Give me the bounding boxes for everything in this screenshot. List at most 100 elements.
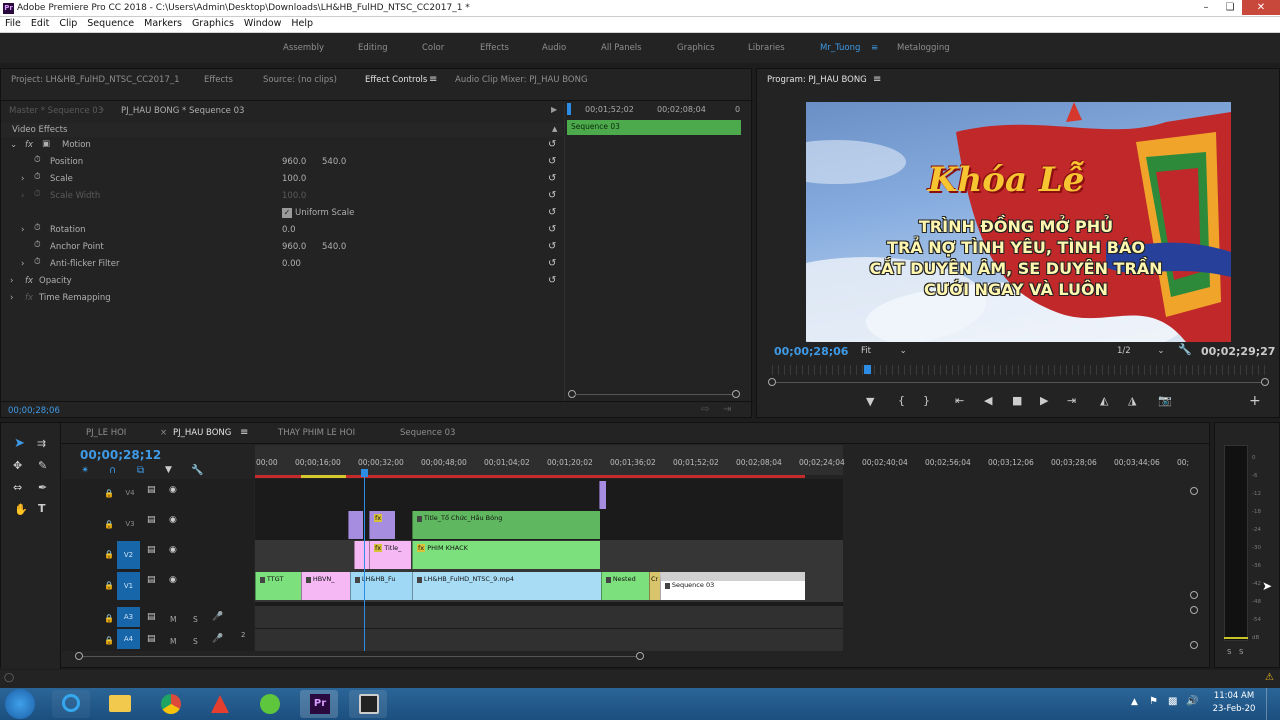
clip-selector[interactable]: PJ_HAU BONG * Sequence 03 [121, 106, 244, 116]
mini-sequence-clip[interactable]: Sequence 03 [567, 120, 741, 135]
reset-icon[interactable]: ↺ [548, 258, 556, 269]
wrench-icon[interactable]: 🔧 [1178, 343, 1192, 356]
taskbar-explorer-icon[interactable] [101, 690, 139, 718]
scroll-handle[interactable] [1190, 591, 1198, 599]
snap-icon[interactable]: ∩ [109, 465, 116, 476]
stop-icon[interactable]: ■ [1012, 394, 1022, 407]
selection-tool-icon[interactable]: ➤ [14, 436, 25, 451]
clip-v2-title[interactable]: fx Title_ [369, 541, 411, 569]
workspace-libraries[interactable]: Libraries [748, 43, 785, 53]
clip-v2[interactable] [354, 541, 369, 569]
disclosure-icon[interactable]: › [10, 276, 13, 286]
filter-icon[interactable]: ⇨ [701, 404, 709, 415]
program-timecode[interactable]: 00;00;28;06 [774, 345, 848, 358]
ripple-edit-tool-icon[interactable]: ✥ [13, 459, 22, 472]
zoom-handle[interactable] [636, 652, 644, 660]
export-frame-icon[interactable]: 📷 [1158, 394, 1172, 407]
menu-clip[interactable]: Clip [54, 17, 82, 29]
position-x-value[interactable]: 960.0 [282, 157, 306, 167]
go-to-out-icon[interactable]: ⇥ [1067, 394, 1076, 407]
solo-button[interactable]: S [193, 615, 198, 624]
extract-icon[interactable]: ◮ [1128, 394, 1136, 407]
minimize-button[interactable]: – [1194, 0, 1218, 15]
linked-selection-icon[interactable]: ⧉ [137, 465, 144, 476]
track-target-active[interactable]: V2 [117, 541, 140, 569]
mute-button[interactable]: M [170, 615, 176, 624]
stopwatch-icon[interactable]: ⏱ [34, 155, 41, 165]
menu-graphics[interactable]: Graphics [187, 17, 239, 29]
track-select-tool-icon[interactable]: ⇉ [37, 437, 46, 450]
close-tab-icon[interactable]: × [160, 428, 167, 438]
anchor-y-value[interactable]: 540.0 [322, 242, 346, 252]
horizontal-scrollbar[interactable] [83, 656, 636, 657]
clip-v1[interactable]: ■ LH&HB_Fu [350, 572, 412, 600]
track-target-active[interactable]: A4 [117, 629, 140, 649]
tab-sequence-03[interactable]: Sequence 03 [400, 428, 455, 438]
rotation-value[interactable]: 0.0 [282, 225, 296, 235]
playhead[interactable] [567, 103, 571, 115]
tab-sequence-thay-phim[interactable]: THAY PHIM LE HOI [278, 428, 355, 438]
tray-clock[interactable]: 11:04 AM 23-Feb-20 [1209, 691, 1259, 714]
disclosure-icon[interactable]: › [21, 225, 24, 235]
reset-icon[interactable]: ↺ [548, 173, 556, 184]
tray-volume-icon[interactable]: 🔊 [1186, 696, 1198, 707]
effect-controls-timecode[interactable]: 00;00;28;06 [8, 406, 60, 416]
panel-menu-icon[interactable]: ≡ [429, 74, 437, 85]
microphone-icon[interactable]: 🎤 [212, 612, 223, 622]
start-button[interactable] [5, 689, 35, 719]
clip-v3[interactable]: fx [369, 511, 395, 539]
tab-audio-clip-mixer[interactable]: Audio Clip Mixer: PJ_HAU BONG [455, 75, 588, 85]
track-target-active[interactable]: A3 [117, 607, 140, 627]
clip-v1-sequence[interactable]: ■ Sequence 03 [660, 572, 805, 600]
resolution-select[interactable]: 1/2 ⌄ [1117, 346, 1165, 356]
zoom-handle[interactable] [1261, 378, 1269, 386]
scale-value[interactable]: 100.0 [282, 174, 306, 184]
mark-in-icon[interactable]: { [898, 394, 905, 407]
add-marker-icon[interactable]: ▼ [866, 395, 874, 408]
reset-icon[interactable]: ↺ [548, 207, 556, 218]
stopwatch-icon[interactable]: ⏱ [34, 172, 41, 182]
reset-icon[interactable]: ↺ [548, 190, 556, 201]
lock-icon[interactable]: 🔒 [104, 489, 114, 498]
warning-icon[interactable]: ⚠ [1265, 672, 1274, 683]
taskbar-premiere-icon[interactable]: Pr [300, 690, 338, 718]
step-forward-icon[interactable]: ▶ [1040, 394, 1048, 407]
disclosure-open-icon[interactable]: ⌄ [10, 140, 17, 150]
clip-v1-main[interactable]: ■ LH&HB_FulHD_NTSC_9.mp4 [412, 572, 601, 600]
program-playhead[interactable] [864, 365, 871, 374]
reset-icon[interactable]: ↺ [548, 224, 556, 235]
menu-help[interactable]: Help [286, 17, 318, 29]
panel-menu-icon[interactable]: ≡ [240, 427, 248, 438]
pen-tool-icon[interactable]: ✒ [38, 481, 47, 494]
scroll-handle[interactable] [1190, 641, 1198, 649]
tab-effect-controls[interactable]: Effect Controls [365, 75, 427, 85]
hand-tool-icon[interactable]: ✋ [14, 503, 28, 516]
tray-expand-icon[interactable]: ▲ [1131, 697, 1138, 707]
sync-lock-icon[interactable]: ▤ [147, 575, 156, 585]
close-button[interactable]: ✕ [1242, 0, 1280, 15]
uniform-scale-checkbox[interactable]: ✓ [282, 208, 292, 218]
workspace-color[interactable]: Color [422, 43, 444, 53]
reset-icon[interactable]: ↺ [548, 241, 556, 252]
taskbar-ie-icon[interactable] [52, 690, 90, 718]
lock-icon[interactable]: 🔒 [104, 550, 114, 559]
mark-out-icon[interactable]: } [923, 394, 930, 407]
program-ruler[interactable] [772, 365, 1266, 375]
clip-v1[interactable]: ■ HBVN_ [301, 572, 350, 600]
workspace-effects[interactable]: Effects [480, 43, 509, 53]
workspace-mr-tuong[interactable]: Mr_Tuong [820, 43, 860, 53]
add-marker-icon[interactable]: ▼ [165, 465, 172, 475]
slip-tool-icon[interactable]: ⇔ [13, 481, 22, 494]
play-only-icon[interactable]: ▶ [551, 105, 557, 114]
step-back-icon[interactable]: ◀ [984, 394, 992, 407]
eye-icon[interactable]: ◉ [169, 575, 177, 585]
disclosure-icon[interactable]: › [21, 174, 24, 184]
tab-source[interactable]: Source: (no clips) [263, 75, 337, 85]
tab-effects[interactable]: Effects [204, 75, 233, 85]
lock-icon[interactable]: 🔒 [104, 614, 114, 623]
zoom-bar[interactable] [575, 394, 732, 395]
lift-icon[interactable]: ◭ [1100, 394, 1108, 407]
workspace-graphics[interactable]: Graphics [677, 43, 715, 53]
meter-solo-button[interactable]: S [1239, 648, 1243, 656]
restore-button[interactable]: ❏ [1218, 0, 1242, 15]
